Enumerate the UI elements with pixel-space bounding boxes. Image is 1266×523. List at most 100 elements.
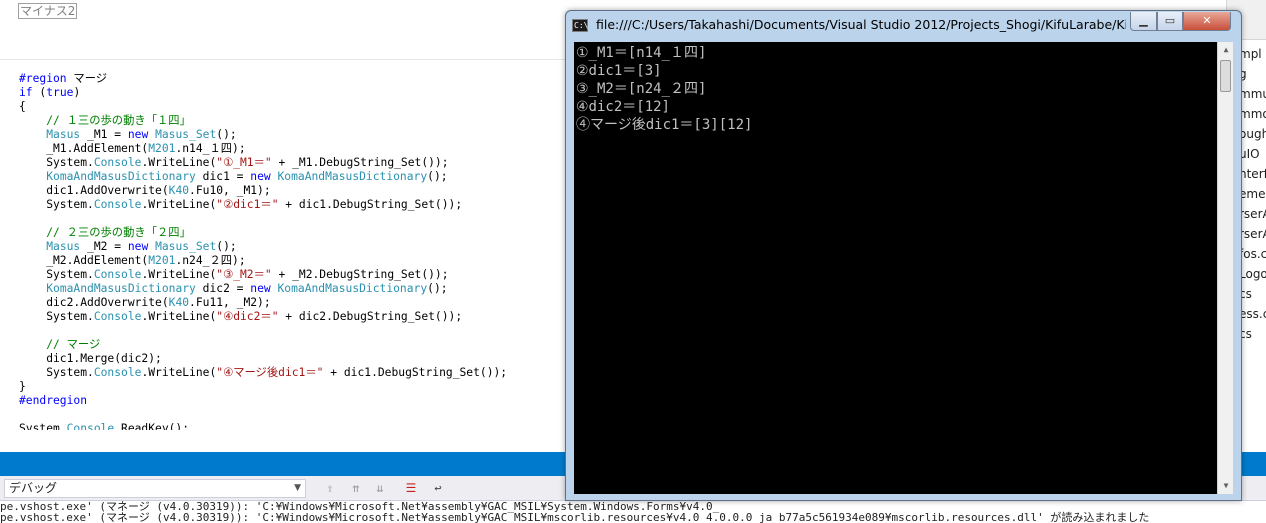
collapsed-region-label[interactable]: マイナス2 [18, 3, 78, 19]
code-line[interactable]: // ２三の歩の動き「２四」 [19, 226, 507, 240]
code-token: dic1.AddOverwrite( [19, 184, 169, 197]
scroll-down-icon[interactable]: ▼ [1218, 478, 1234, 494]
code-token: #region [19, 72, 67, 85]
code-token: System. [19, 156, 94, 169]
code-line[interactable]: KomaAndMasusDictionary dic2 = new KomaAn… [19, 282, 507, 296]
console-screen[interactable]: ①_M1＝[n14_１四] ②dic1＝[3] ③_M2＝[n24_２四] ④dic2… [574, 42, 1217, 494]
code-line[interactable]: System.Console.ReadKey(); [19, 422, 507, 430]
code-token: "④dic2＝" [216, 310, 279, 323]
console-output: ①_M1＝[n14_１四] ②dic1＝[3] ③_M2＝[n24_２四] ④dic2… [576, 44, 752, 134]
code-line[interactable]: _M2.AddElement(M201.n24_２四); [19, 254, 507, 268]
code-token: new [250, 170, 271, 183]
code-token: KomaAndMasusDictionary [277, 170, 428, 183]
code-token: K40 [168, 296, 190, 309]
code-line[interactable]: #endregion [19, 394, 507, 408]
code-line[interactable]: System.Console.WriteLine("③_M2＝" + _M2.D… [19, 268, 507, 282]
code-token: (); [216, 240, 237, 253]
chevron-down-icon[interactable]: ▼ [294, 480, 301, 497]
code-token: ( [32, 86, 47, 99]
output-source-dropdown[interactable]: デバッグ ▼ [4, 479, 306, 498]
code-token: dic1 = [195, 170, 251, 183]
close-button[interactable]: ✕ [1183, 12, 1231, 31]
code-line[interactable] [19, 324, 507, 338]
code-line[interactable]: #region マージ [19, 72, 507, 86]
code-line[interactable] [19, 212, 507, 226]
code-token: Masus_Set [155, 128, 217, 141]
code-token: dic2.AddOverwrite( [19, 296, 169, 309]
code-token: .WriteLine( [141, 310, 217, 323]
console-window[interactable]: C:\ file:///C:/Users/Takahashi/Documents… [565, 10, 1242, 501]
code-token: + _M1.DebugString_Set()); [271, 156, 449, 169]
code-line[interactable]: System.Console.WriteLine("②dic1＝" + dic1… [19, 198, 507, 212]
code-token: + _M2.DebugString_Set()); [271, 268, 449, 281]
output-source-value: デバッグ [9, 481, 58, 495]
code-line[interactable]: dic1.Merge(dic2); [19, 352, 507, 366]
code-line[interactable]: System.Console.WriteLine("①_M1＝" + _M1.D… [19, 156, 507, 170]
scrollbar-thumb[interactable] [1220, 60, 1231, 92]
code-token: new [127, 240, 149, 253]
code-text[interactable]: #region マージ if (true){ // １三の歩の動き「１四」 Mas… [19, 44, 507, 430]
console-line: ④マージ後dic1＝[3][12] [576, 117, 753, 133]
code-token: System. [19, 268, 94, 281]
code-line[interactable] [19, 58, 507, 72]
code-line[interactable]: System.Console.WriteLine("④マージ後dic1＝" + … [19, 366, 507, 380]
code-token: } [19, 380, 26, 393]
code-line[interactable]: } [19, 380, 507, 394]
maximize-button[interactable]: ▭ [1157, 12, 1183, 31]
code-token: + dic1.DebugString_Set()); [323, 366, 508, 379]
scroll-up-icon[interactable]: ▲ [1218, 42, 1234, 58]
code-token: Console [93, 268, 142, 281]
code-token: KomaAndMasusDictionary [46, 170, 196, 183]
code-token: _M2.AddElement( [19, 254, 149, 267]
code-token: "②dic1＝" [216, 198, 279, 211]
code-token: .Fu10, _M1); [189, 184, 271, 197]
code-line[interactable]: _M1.AddElement(M201.n14_１四); [19, 142, 507, 156]
code-line[interactable]: Masus _M2 = new Masus_Set(); [19, 240, 507, 254]
code-line[interactable]: // マージ [19, 338, 507, 352]
code-line[interactable]: Masus _M1 = new Masus_Set(); [19, 128, 507, 142]
console-line: ②dic1＝[3] [576, 63, 662, 79]
code-line[interactable]: System.Console.WriteLine("④dic2＝" + dic2… [19, 310, 507, 324]
code-token: .ReadKey(); [114, 422, 190, 430]
output-text: pe.vshost.exe' (マネージ (v4.0.30319)): 'C:¥… [0, 501, 1266, 523]
code-line[interactable]: dic1.AddOverwrite(K40.Fu10, _M1); [19, 184, 507, 198]
code-token: Masus [46, 240, 81, 253]
code-line[interactable]: { [19, 100, 507, 114]
code-token: .n14_１四); [175, 142, 246, 155]
code-line[interactable] [19, 408, 507, 422]
console-app-icon[interactable]: C:\ [572, 19, 588, 32]
code-token: .WriteLine( [141, 198, 217, 211]
code-token: KomaAndMasusDictionary [46, 282, 196, 295]
minimize-button[interactable]: ▁ [1130, 12, 1157, 31]
code-token: "③_M2＝" [216, 268, 272, 281]
code-token: M201 [148, 142, 176, 155]
code-token: System. [19, 198, 94, 211]
code-token: .n24_２四); [175, 254, 246, 267]
code-line[interactable]: dic2.AddOverwrite(K40.Fu11, _M2); [19, 296, 507, 310]
word-wrap-icon[interactable]: ↩ [430, 481, 446, 496]
code-token: (); [216, 128, 237, 141]
code-token: new [250, 282, 271, 295]
code-token: "①_M1＝" [216, 156, 272, 169]
console-line: ①_M1＝[n14_１四] [576, 45, 707, 61]
code-token: "④マージ後dic1＝" [216, 366, 324, 379]
code-line[interactable] [19, 44, 507, 58]
clear-all-icon[interactable]: ☰ [403, 481, 419, 496]
code-token: if [19, 86, 33, 99]
code-line[interactable]: KomaAndMasusDictionary dic1 = new KomaAn… [19, 170, 507, 184]
code-token: .WriteLine( [141, 268, 217, 281]
console-titlebar[interactable]: C:\ file:///C:/Users/Takahashi/Documents… [566, 11, 1241, 41]
code-token: _M1.AddElement( [19, 142, 149, 155]
code-token: + dic2.DebugString_Set()); [278, 310, 463, 323]
code-token: .WriteLine( [141, 156, 217, 169]
code-token: KomaAndMasusDictionary [277, 282, 428, 295]
code-line[interactable]: if (true) [19, 86, 507, 100]
find-message-icon[interactable]: ⇧ [322, 481, 338, 496]
code-line[interactable]: // １三の歩の動き「１四」 [19, 114, 507, 128]
next-message-icon[interactable]: ⇊ [372, 481, 388, 496]
console-scrollbar[interactable]: ▲ ▼ [1217, 42, 1233, 494]
code-token: (); [427, 282, 448, 295]
previous-message-icon[interactable]: ⇈ [348, 481, 364, 496]
